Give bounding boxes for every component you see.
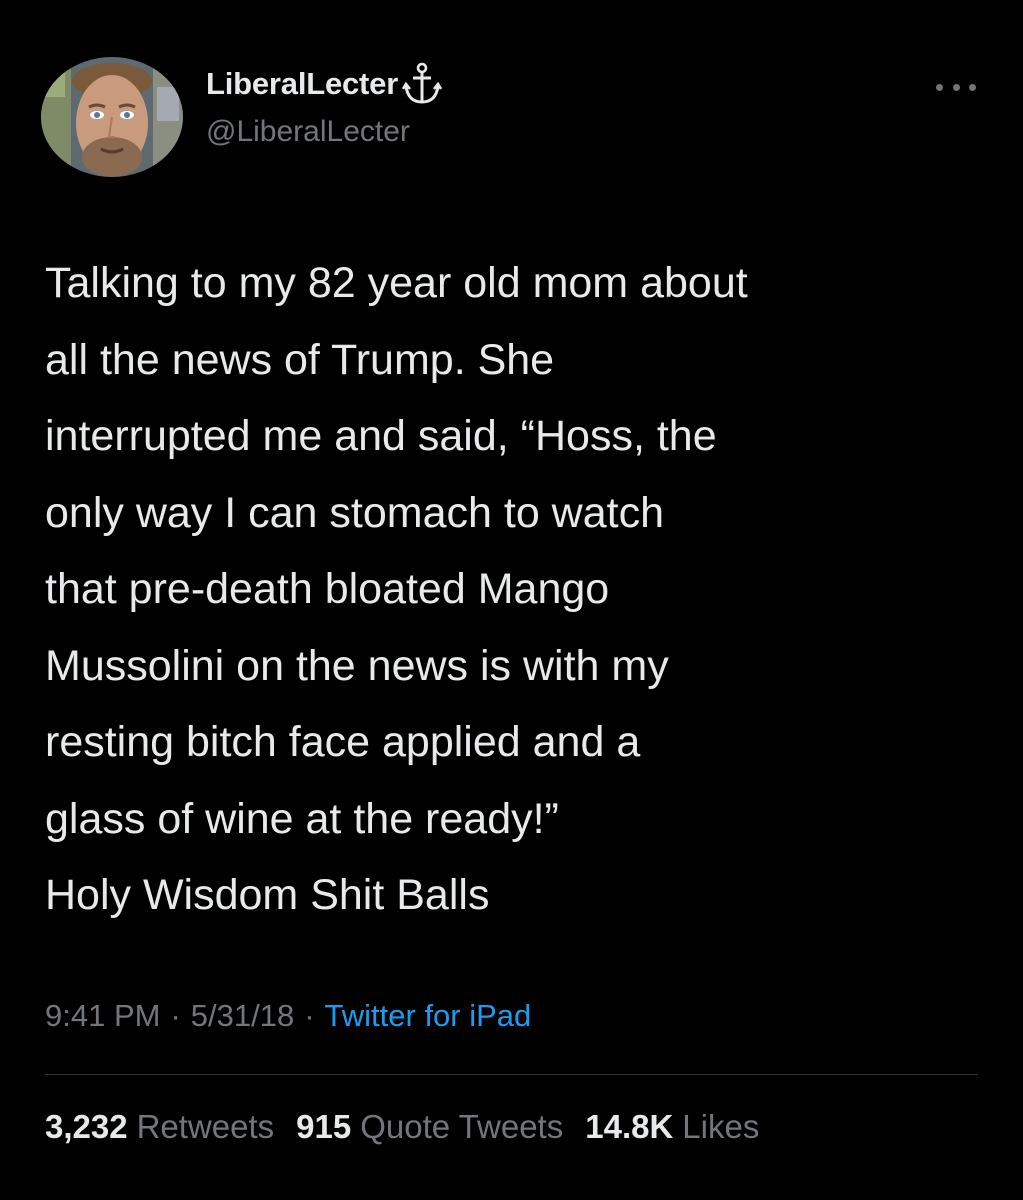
tweet-detail: LiberalLecter @LiberalLecter Talking to … xyxy=(0,0,1023,1200)
tweet-meta: 9:41 PM · 5/31/18 · Twitter for iPad xyxy=(45,998,531,1034)
display-name[interactable]: LiberalLecter xyxy=(206,66,398,102)
retweets-label: Retweets xyxy=(136,1108,275,1145)
more-options-icon[interactable] xyxy=(936,77,976,97)
tweet-text-line: Holy Wisdom Shit Balls xyxy=(45,871,490,919)
quote-tweets-count: 915 xyxy=(296,1108,352,1145)
tweet-time[interactable]: 9:41 PM xyxy=(45,998,160,1034)
tweet-text-line: resting bitch face applied and a xyxy=(45,718,641,766)
likes-label: Likes xyxy=(682,1108,760,1145)
tweet-text-line: interrupted me and said, “Hoss, the xyxy=(45,412,717,460)
tweet-text-line: Talking to my 82 year old mom about xyxy=(45,259,748,307)
meta-separator: · xyxy=(170,998,181,1033)
meta-separator: · xyxy=(304,998,315,1033)
retweets-count: 3,232 xyxy=(45,1108,128,1145)
tweet-text-line: only way I can stomach to watch xyxy=(45,488,665,537)
likes-stat[interactable]: 14.8K Likes xyxy=(585,1108,759,1146)
tweet-date[interactable]: 5/31/18 xyxy=(191,998,294,1034)
tweet-text-line: that pre-death bloated Mango xyxy=(45,565,610,613)
likes-count: 14.8K xyxy=(585,1108,674,1145)
tweet-text: Talking to my 82 year old mom about all … xyxy=(45,245,995,934)
author-handle[interactable]: @LiberalLecter xyxy=(206,115,410,149)
tweet-text-line: Mussolini on the news is with my xyxy=(45,641,669,690)
tweet-stats: 3,232 Retweets 915 Quote Tweets 14.8K Li… xyxy=(45,1108,781,1146)
avatar[interactable] xyxy=(41,57,183,177)
tweet-source-link[interactable]: Twitter for iPad xyxy=(325,998,532,1034)
tweet-text-line: glass of wine at the ready!” xyxy=(45,794,559,843)
tweet-text-line: all the news of Trump. She xyxy=(45,335,555,384)
quote-tweets-label: Quote Tweets xyxy=(360,1108,564,1145)
dot-icon xyxy=(952,83,960,91)
author-name-row[interactable]: LiberalLecter xyxy=(206,62,443,106)
anchor-icon xyxy=(402,62,443,106)
quote-tweets-stat[interactable]: 915 Quote Tweets xyxy=(296,1108,563,1146)
dot-icon xyxy=(969,83,976,91)
divider xyxy=(45,1074,978,1075)
retweets-stat[interactable]: 3,232 Retweets xyxy=(45,1108,274,1146)
dot-icon xyxy=(936,83,943,91)
